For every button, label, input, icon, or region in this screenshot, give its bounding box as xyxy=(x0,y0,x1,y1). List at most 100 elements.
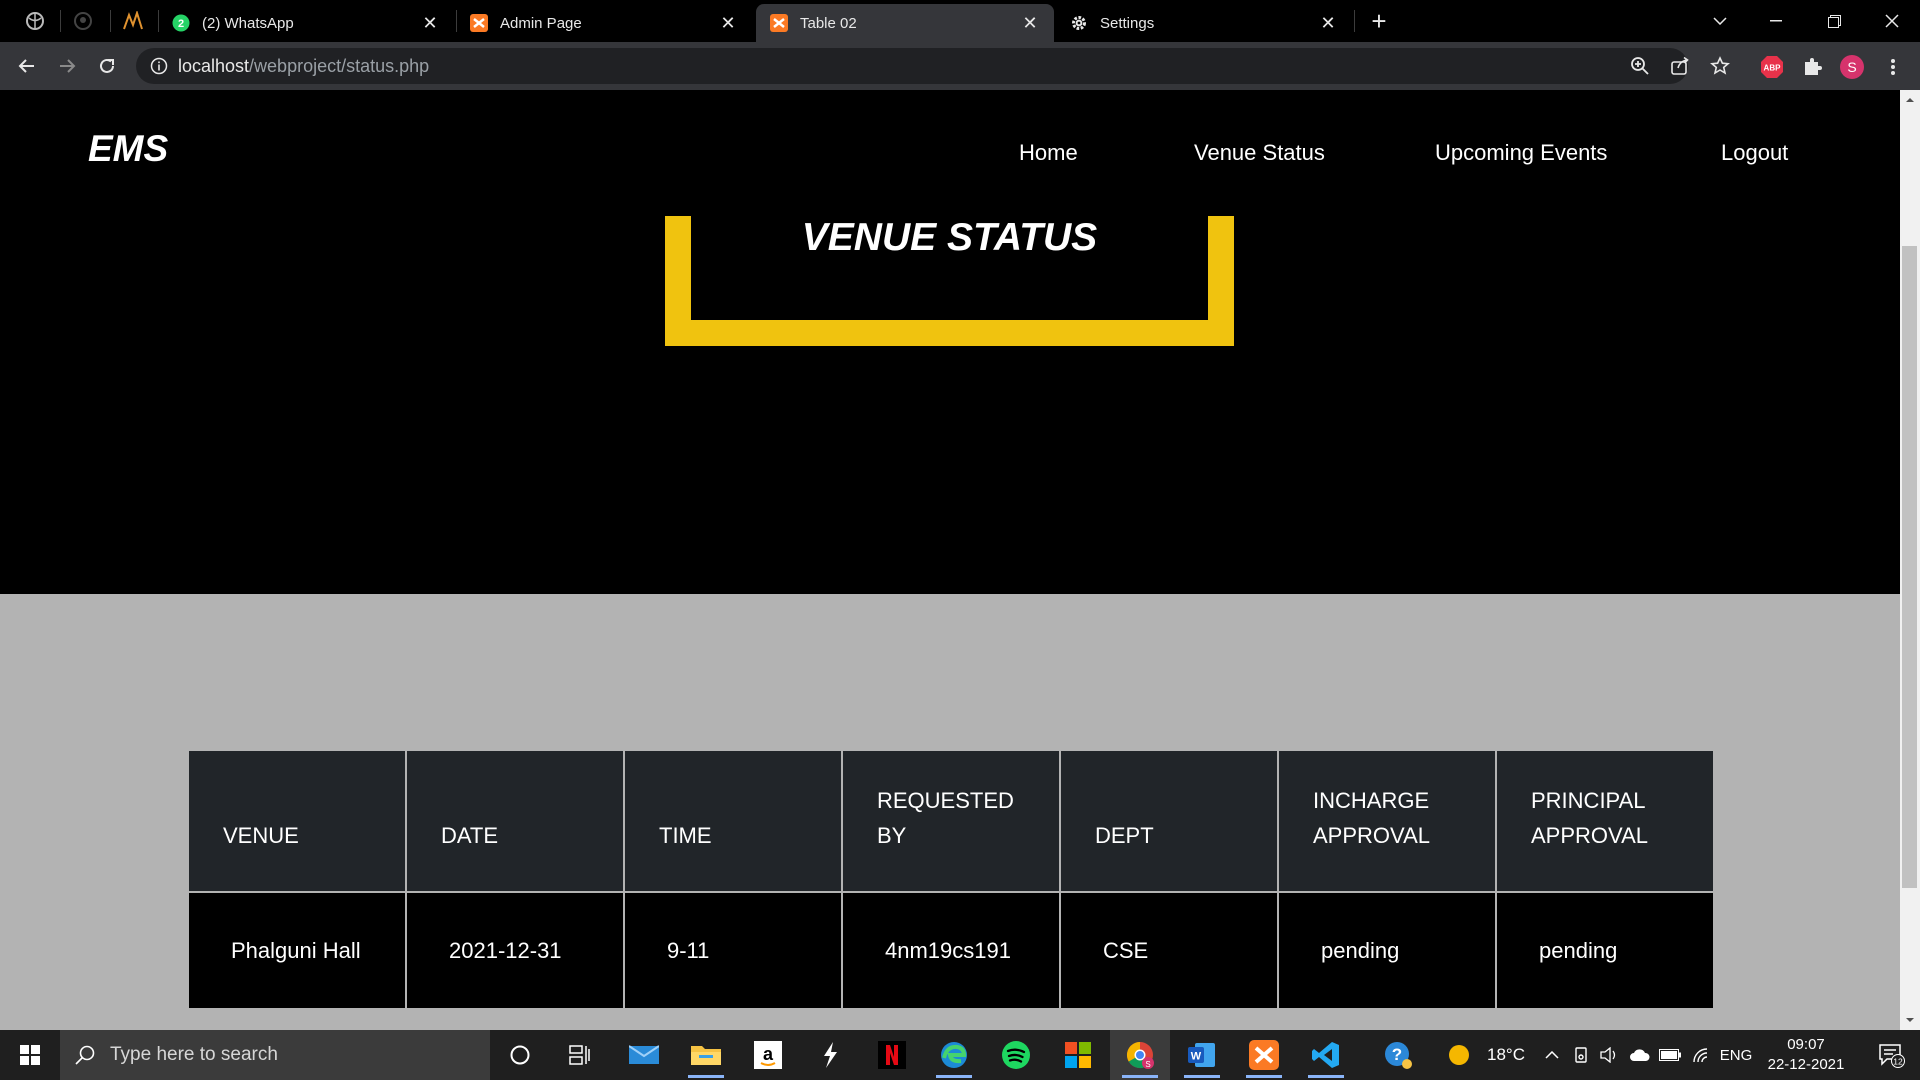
amazon-icon: a xyxy=(754,1041,782,1069)
input-language[interactable]: ENG xyxy=(1714,1030,1758,1080)
taskbar-spotify[interactable] xyxy=(986,1030,1046,1080)
scroll-up-arrow-icon[interactable] xyxy=(1900,90,1920,110)
url-path: /webproject/status.php xyxy=(249,56,430,76)
onedrive-cloud-icon[interactable] xyxy=(1626,1030,1654,1080)
address-bar[interactable]: localhost/webproject/status.php xyxy=(136,48,1730,84)
notification-icon: 12 xyxy=(1879,1044,1905,1068)
svg-text:W: W xyxy=(1191,1051,1202,1063)
pinned-tab-github[interactable] xyxy=(60,0,106,42)
pinned-tab-globe[interactable] xyxy=(12,0,58,42)
windows-taskbar: Type here to search a S W ? 18°C ENG 09:… xyxy=(0,1030,1920,1080)
taskbar-xampp[interactable] xyxy=(1234,1030,1294,1080)
column-header-principal-approval: PRINCIPAL APPROVAL xyxy=(1495,749,1715,893)
taskbar-get-help[interactable]: ? xyxy=(1368,1030,1428,1080)
weather-temperature[interactable]: 18°C xyxy=(1478,1030,1534,1080)
taskbar-file-explorer[interactable] xyxy=(676,1030,736,1080)
task-view-button[interactable] xyxy=(550,1030,610,1080)
forward-arrow-icon xyxy=(60,59,76,73)
tab-title: Admin Page xyxy=(500,14,582,32)
taskbar-netflix[interactable] xyxy=(862,1030,922,1080)
taskbar-search-box[interactable]: Type here to search xyxy=(60,1030,490,1080)
github-icon xyxy=(74,12,92,30)
taskbar-edge[interactable] xyxy=(924,1030,984,1080)
tray-chevron-up-icon[interactable] xyxy=(1540,1030,1564,1080)
adblock-plus-extension[interactable]: ABP xyxy=(1759,54,1785,80)
extensions-button[interactable] xyxy=(1799,54,1825,80)
nav-upcoming-events[interactable]: Upcoming Events xyxy=(1435,140,1607,166)
tab-settings[interactable]: Settings ✕ xyxy=(1056,4,1352,42)
cortana-button[interactable] xyxy=(490,1030,550,1080)
notifications-button[interactable]: 12 xyxy=(1868,1030,1914,1080)
tab-table-02[interactable]: Table 02 ✕ xyxy=(756,4,1054,42)
cell-requested-by: 4nm19cs191 xyxy=(841,891,1061,1010)
back-button[interactable] xyxy=(12,51,42,81)
info-icon[interactable] xyxy=(150,57,168,75)
close-icon[interactable]: ✕ xyxy=(1020,13,1040,33)
tab-admin-page[interactable]: Admin Page ✕ xyxy=(456,4,752,42)
search-placeholder: Type here to search xyxy=(110,1044,278,1065)
profile-avatar[interactable]: S xyxy=(1839,54,1865,80)
battery-icon[interactable] xyxy=(1656,1030,1684,1080)
volume-icon[interactable] xyxy=(1596,1030,1622,1080)
cell-incharge-approval: pending xyxy=(1277,891,1497,1010)
tab-title: (2) WhatsApp xyxy=(202,14,294,32)
tab-search-chevron-icon[interactable] xyxy=(1692,0,1748,42)
windows-logo-icon xyxy=(20,1045,40,1065)
spotify-icon xyxy=(1002,1041,1030,1069)
puzzle-icon xyxy=(1805,58,1822,75)
system-clock[interactable]: 09:07 22-12-2021 xyxy=(1758,1035,1854,1075)
tab-title: Table 02 xyxy=(800,14,857,32)
site-logo[interactable]: EMS xyxy=(88,128,168,170)
search-icon xyxy=(75,1045,95,1065)
start-button[interactable] xyxy=(0,1030,60,1080)
svg-text:2: 2 xyxy=(178,18,184,30)
taskbar-mail[interactable] xyxy=(614,1030,674,1080)
folder-icon xyxy=(691,1046,721,1065)
page-title: VENUE STATUS xyxy=(801,216,1098,259)
restore-button[interactable] xyxy=(1806,0,1862,42)
close-icon[interactable]: ✕ xyxy=(1318,13,1338,33)
tray-device-icon[interactable] xyxy=(1568,1030,1594,1080)
xampp-icon xyxy=(770,14,788,32)
gear-icon xyxy=(1070,14,1088,32)
close-icon[interactable]: ✕ xyxy=(420,13,440,33)
pinned-tab-app[interactable] xyxy=(110,0,156,42)
nav-logout[interactable]: Logout xyxy=(1721,140,1788,166)
tab-strip: 2 (2) WhatsApp ✕ Admin Page ✕ Table 02 ✕… xyxy=(0,0,1920,42)
close-window-button[interactable] xyxy=(1864,0,1920,42)
taskbar-vscode[interactable] xyxy=(1296,1030,1356,1080)
bookmark-star-icon[interactable] xyxy=(1710,56,1730,76)
forward-button[interactable] xyxy=(52,51,82,81)
adblock-plus-icon: ABP xyxy=(1761,56,1783,78)
svg-text:S: S xyxy=(1847,59,1856,75)
table-header-row: VENUE DATE TIME REQUESTED BY DEPT INCHAR… xyxy=(187,749,1715,893)
taskbar-amazon[interactable]: a xyxy=(738,1030,798,1080)
tab-whatsapp[interactable]: 2 (2) WhatsApp ✕ xyxy=(158,4,454,42)
cell-dept: CSE xyxy=(1059,891,1279,1010)
menu-kebab-icon[interactable] xyxy=(1880,54,1906,80)
wifi-icon[interactable] xyxy=(1688,1030,1714,1080)
taskbar-store[interactable] xyxy=(1048,1030,1108,1080)
taskbar-app-bolt[interactable] xyxy=(800,1030,860,1080)
taskbar-word[interactable]: W xyxy=(1172,1030,1232,1080)
new-tab-button[interactable]: + xyxy=(1364,6,1394,36)
scroll-down-arrow-icon[interactable] xyxy=(1900,1010,1920,1030)
venue-status-table: VENUE DATE TIME REQUESTED BY DEPT INCHAR… xyxy=(187,749,1715,1010)
weather-icon[interactable] xyxy=(1440,1030,1478,1080)
nav-venue-status[interactable]: Venue Status xyxy=(1194,140,1325,166)
cell-time: 9-11 xyxy=(623,891,843,1010)
app-logo-icon xyxy=(123,11,143,30)
url-text[interactable]: localhost/webproject/status.php xyxy=(178,48,429,84)
xampp-icon xyxy=(1249,1040,1279,1070)
reload-button[interactable] xyxy=(92,51,122,81)
venue-status-banner: VENUE STATUS xyxy=(665,216,1234,346)
zoom-icon[interactable] xyxy=(1630,56,1650,76)
scrollbar-thumb[interactable] xyxy=(1902,246,1917,888)
share-icon[interactable] xyxy=(1670,56,1690,76)
page-scrollbar[interactable] xyxy=(1900,90,1920,1030)
edge-icon xyxy=(941,1042,967,1068)
close-icon[interactable]: ✕ xyxy=(718,13,738,33)
taskbar-chrome[interactable]: S xyxy=(1110,1030,1170,1080)
minimize-button[interactable] xyxy=(1748,0,1804,42)
nav-home[interactable]: Home xyxy=(1019,140,1078,166)
